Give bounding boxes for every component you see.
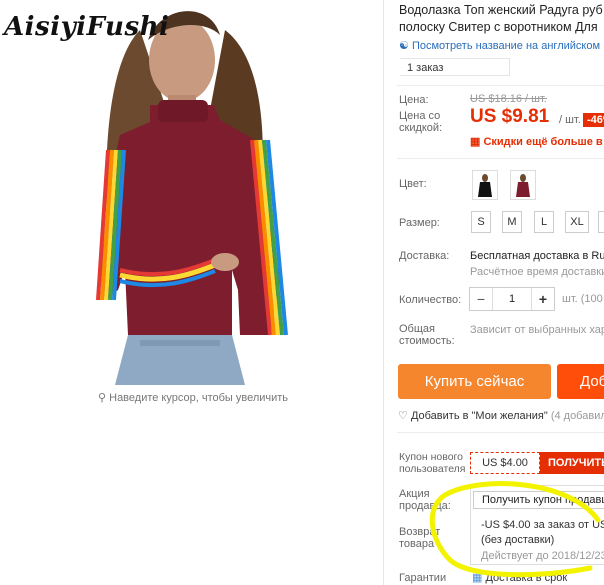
guarantees-value-text: Доставка в срок: [485, 572, 568, 584]
discount-badge: -46%: [583, 113, 604, 127]
discount-price-label-line: Цена со: [399, 110, 441, 122]
price-label: Цена:: [399, 94, 429, 106]
total-label-line: стоимость:: [399, 335, 455, 347]
divider-line: [397, 432, 604, 433]
magnifier-icon: ⚲: [98, 392, 107, 404]
seller-coupon-terms: -US $4.00 за заказ от US $: [481, 519, 604, 531]
brand-watermark: AisiyiFushi: [4, 12, 170, 42]
product-image[interactable]: [0, 0, 383, 385]
size-option[interactable]: L: [534, 211, 554, 233]
get-coupon-button[interactable]: ПОЛУЧИТЬ: [540, 452, 604, 474]
discount-price-label-line: скидкой:: [399, 122, 443, 134]
translate-link-text: Посмотреть название на английском: [411, 40, 601, 52]
zoom-hint: ⚲ Наведите курсор, чтобы увеличить: [98, 391, 288, 404]
quantity-input[interactable]: 1: [492, 288, 532, 310]
qr-code-icon: ▦: [470, 136, 481, 148]
heart-icon: ♡: [398, 410, 408, 422]
total-label-line: Общая: [399, 323, 435, 335]
size-option[interactable]: X: [598, 211, 604, 233]
seller-promo-label-line: продавца:: [399, 500, 451, 512]
product-photo-illustration: [96, 11, 288, 385]
orders-count: 1 заказ: [400, 58, 510, 76]
quantity-label: Количество:: [399, 294, 462, 306]
color-swatch-burgundy[interactable]: [510, 170, 536, 200]
size-option[interactable]: XL: [565, 211, 589, 233]
discount-price-label: Цена со скидкой:: [399, 110, 442, 134]
color-swatch-black[interactable]: [472, 170, 498, 200]
wishlist-label: Добавить в "Мои желания": [410, 410, 548, 422]
color-label: Цвет:: [399, 178, 427, 190]
delivery-value[interactable]: Бесплатная доставка в Ru: [470, 250, 604, 262]
coupon-value: US $4.00: [470, 452, 540, 474]
buy-now-button[interactable]: Купить сейчас: [398, 364, 551, 399]
returns-label: Возврат товара: [399, 526, 440, 550]
translate-icon: ☯: [399, 40, 409, 52]
seller-coupon-validity: Действует до 2018/12/23: [481, 550, 604, 562]
original-price: US $18.16 / шт.: [470, 93, 547, 105]
total-label: Общая стоимость:: [399, 323, 455, 347]
divider-line: [397, 158, 604, 159]
seller-promo-label: Акция продавца:: [399, 488, 451, 512]
quantity-increment-button[interactable]: +: [532, 288, 554, 310]
guarantees-value: ▦ Доставка в срок: [472, 571, 567, 584]
quantity-stepper: − 1 +: [469, 287, 555, 311]
price-per-unit: / шт.: [559, 114, 581, 126]
divider-line: [397, 85, 604, 86]
size-label: Размер:: [399, 217, 440, 229]
returns-label-line: Возврат: [399, 526, 441, 538]
sale-price: US $9.81: [470, 106, 550, 127]
new-user-coupon-label: Купон нового пользователя: [399, 451, 466, 475]
black-top-thumbnail: [478, 174, 492, 197]
app-promo-text: Скидки ещё больше в пр: [483, 136, 604, 148]
guarantees-label: Гарантии: [399, 572, 447, 584]
panel-divider: [383, 0, 384, 585]
size-option[interactable]: S: [471, 211, 491, 233]
new-user-coupon-label-line: пользователя: [399, 463, 466, 475]
delivery-estimate: Расчётное время доставки:: [470, 266, 604, 278]
wishlist-link[interactable]: ♡ Добавить в "Мои желания" (4 добавили: [398, 409, 604, 422]
new-user-coupon-label-line: Купон нового: [399, 451, 463, 463]
quantity-decrement-button[interactable]: −: [470, 288, 492, 310]
seller-coupon-shipping-note: (без доставки): [481, 534, 555, 546]
product-title-line: Водолазка Топ женский Радуга руб: [399, 3, 603, 17]
size-option[interactable]: M: [502, 211, 522, 233]
zoom-hint-text: Наведите курсор, чтобы увеличить: [109, 392, 289, 404]
product-title-line: полоску Свитер с воротником Для: [399, 20, 598, 34]
delivery-label: Доставка:: [399, 250, 450, 262]
stock-info: шт. (100: [562, 293, 603, 305]
seller-promo-label-line: Акция: [399, 488, 430, 500]
get-seller-coupon-button[interactable]: Получить купон продавца: [473, 491, 604, 509]
burgundy-top-thumbnail: [516, 174, 530, 197]
returns-label-line: товара: [399, 538, 435, 550]
add-to-cart-button[interactable]: Доб: [557, 364, 604, 399]
app-promo-link[interactable]: ▦ Скидки ещё больше в пр: [470, 135, 604, 148]
translate-link[interactable]: ☯ Посмотреть название на английском: [399, 39, 600, 52]
total-value: Зависит от выбранных хара: [470, 324, 604, 336]
wishlist-count: (4 добавили: [550, 410, 604, 422]
product-title: Водолазка Топ женский Радуга руб полоску…: [399, 2, 603, 36]
shield-icon: ▦: [472, 572, 483, 584]
